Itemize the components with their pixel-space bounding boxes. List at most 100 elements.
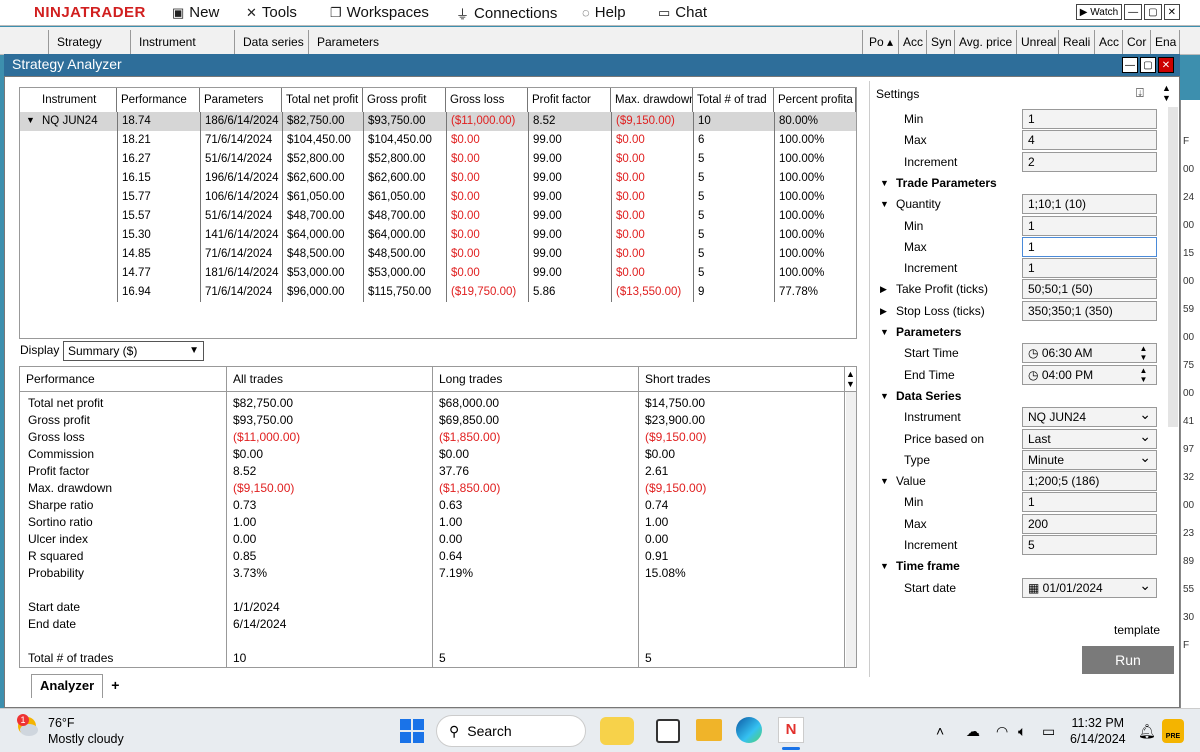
results-header-instrument[interactable]: Instrument [20,88,117,112]
collapse-arrow-icon[interactable]: ▼ [880,476,889,486]
results-header-performance[interactable]: Performance [117,88,200,112]
setting-input[interactable]: 1 [1022,492,1157,512]
results-row[interactable]: 15.57 51/6/14/2024 $48,700.00 $48,700.00 $0.… [20,207,856,226]
chevron-down-icon[interactable]: ⌄ [1139,451,1151,466]
run-button[interactable]: Run [1082,646,1174,674]
collapse-arrow-icon[interactable]: ▼ [880,391,889,401]
setting-input[interactable]: 1 [1022,237,1157,257]
menu-workspaces[interactable]: ❐ Workspaces [330,4,429,21]
collapse-arrow-icon[interactable]: ▼ [880,561,889,571]
results-header-total-of-trad[interactable]: Total # of trad [693,88,774,112]
summary-scroll-arrows[interactable]: ▲ ▼ [846,369,855,389]
results-header-gross-profit[interactable]: Gross profit [363,88,446,112]
setting-input[interactable]: 50;50;1 (50) [1022,279,1157,299]
setting-input[interactable]: 200 [1022,514,1157,534]
file-explorer-icon[interactable] [696,719,722,741]
ninjatrader-taskbar-icon[interactable]: N [778,717,804,743]
column-cor[interactable]: Cor [1122,30,1150,54]
lemon-app-icon[interactable] [600,717,634,745]
chevron-up-icon[interactable]: ˄ [936,723,944,739]
results-row[interactable]: 18.21 71/6/14/2024 $104,450.00 $104,450.00 $… [20,131,856,150]
column-syn[interactable]: Syn [926,30,954,54]
setting-select[interactable]: NQ JUN24 ⌄ [1022,407,1157,427]
wifi-icon[interactable]: ◠ [996,723,1008,740]
summary-scrollbar[interactable] [846,392,856,667]
menu-chat[interactable]: ▭ Chat [658,4,707,21]
expand-arrow-icon[interactable]: ▶ [880,284,887,295]
results-row[interactable]: NQ JUN24 18.74 186/6/14/2024 $82,750.00 $93,… [20,112,856,131]
app-minimize-button[interactable]: — [1124,4,1143,20]
chevron-down-icon[interactable]: ⌄ [1139,430,1151,445]
setting-input[interactable]: 4 [1022,130,1157,150]
maximize-button[interactable]: ▢ [1140,57,1156,73]
setting-input[interactable]: 1 [1022,216,1157,236]
close-button[interactable]: ✕ [1158,57,1174,73]
weather-icon[interactable]: 1 [14,713,40,739]
results-header-parameters[interactable]: Parameters [200,88,282,112]
time-stepper-icon[interactable]: ▲▼ [1134,344,1152,362]
results-header-percent-profita[interactable]: Percent profita [774,88,856,112]
setting-input[interactable]: 1;200;5 (186) [1022,471,1157,491]
tab-analyzer[interactable]: Analyzer [31,674,104,698]
windows-start-icon[interactable] [398,717,426,745]
preview-badge-icon[interactable]: PRE [1162,719,1184,743]
setting-select[interactable]: Minute ⌄ [1022,450,1157,470]
taskbar-search[interactable]: ⚲ Search [436,715,586,747]
results-header-total-net-profit[interactable]: Total net profit [282,88,363,112]
system-clock[interactable]: 11:32 PM 6/14/2024 [1070,715,1126,747]
app-close-button[interactable]: ✕ [1163,4,1180,20]
template-link[interactable]: template [1114,623,1160,637]
column-po[interactable]: Po ▴ [862,30,898,54]
menu-new[interactable]: ▣ New [172,4,219,21]
pin-icon[interactable]: ⍗ [1136,85,1144,101]
chevron-down-icon[interactable]: ⌄ [1139,579,1151,594]
results-row[interactable]: 14.85 71/6/14/2024 $48,500.00 $48,500.00 $0.… [20,245,856,264]
setting-time-picker[interactable]: ◷ 06:30 AM ▲▼ [1022,343,1157,363]
column-acc-2[interactable]: Acc [1094,30,1122,54]
settings-scroll-arrows[interactable]: ▲ ▼ [1162,83,1171,103]
results-row[interactable]: 16.27 51/6/14/2024 $52,800.00 $52,800.00 $0.… [20,150,856,169]
results-row[interactable]: 16.94 71/6/14/2024 $96,000.00 $115,750.00 ($… [20,283,856,302]
edge-browser-icon[interactable] [736,717,762,743]
results-header-max-drawdown[interactable]: Max. drawdown [611,88,693,112]
setting-row-parameters[interactable]: Parameters ▼ [870,322,1160,343]
settings-scrollbar[interactable] [1168,107,1178,427]
column-data-series[interactable]: Data series [234,30,308,54]
minimize-button[interactable]: — [1122,57,1138,73]
results-header-gross-loss[interactable]: Gross loss [446,88,528,112]
column-instrument[interactable]: Instrument [130,30,234,54]
column-avg-price[interactable]: Avg. price [954,30,1016,54]
setting-time-picker[interactable]: ◷ 04:00 PM ▲▼ [1022,365,1157,385]
setting-input[interactable]: 1;10;1 (10) [1022,194,1157,214]
results-header-profit-factor[interactable]: Profit factor [528,88,611,112]
app-restore-button[interactable]: ▢ [1144,4,1162,20]
volume-icon[interactable]: 🔈︎ [1018,723,1026,740]
menu-tools[interactable]: ✕ Tools [246,4,297,21]
column-acc[interactable]: Acc [898,30,926,54]
battery-icon[interactable]: ▭ [1042,723,1055,740]
setting-date-picker[interactable]: ▦ 01/01/2024 ⌄ [1022,578,1157,598]
column-parameters[interactable]: Parameters [308,30,408,54]
setting-input[interactable]: 2 [1022,152,1157,172]
column-unreal[interactable]: Unreal [1016,30,1058,54]
setting-input[interactable]: 1 [1022,258,1157,278]
collapse-arrow-icon[interactable]: ▼ [880,327,889,337]
column-ena[interactable]: Ena [1150,30,1180,54]
time-stepper-icon[interactable]: ▲▼ [1134,366,1152,384]
menu-connections[interactable]: ⏚ Connections [456,4,557,23]
setting-row-time-frame[interactable]: Time frame ▼ [870,556,1160,577]
notification-bell-icon[interactable]: 🔔︎ [1138,723,1156,740]
setting-row-data-series[interactable]: Data Series ▼ [870,386,1160,407]
add-tab-button[interactable]: + [103,674,127,698]
results-row[interactable]: 15.30 141/6/14/2024 $64,000.00 $64,000.00 $0… [20,226,856,245]
setting-input[interactable]: 350;350;1 (350) [1022,301,1157,321]
expand-arrow-icon[interactable]: ▶ [880,306,887,317]
chevron-down-icon[interactable]: ⌄ [1139,408,1151,423]
display-select[interactable]: Summary ($) ▼ [63,341,204,361]
column-strategy[interactable]: Strategy [48,30,130,54]
collapse-arrow-icon[interactable]: ▼ [26,115,35,125]
collapse-arrow-icon[interactable]: ▼ [880,199,889,209]
column-reali[interactable]: Reali [1058,30,1094,54]
collapse-arrow-icon[interactable]: ▼ [880,178,889,188]
setting-select[interactable]: Last ⌄ [1022,429,1157,449]
